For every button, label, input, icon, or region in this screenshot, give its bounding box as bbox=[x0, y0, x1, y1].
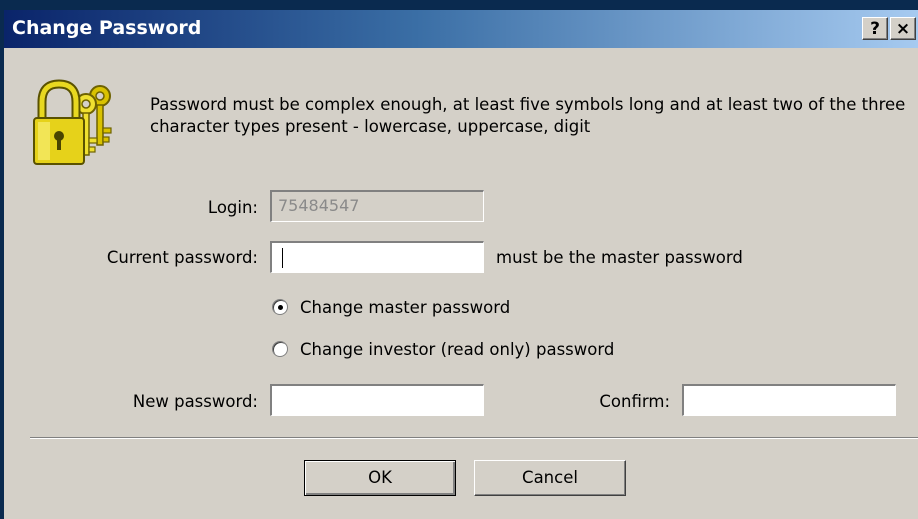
window-title: Change Password bbox=[12, 17, 202, 39]
dialog-body: Password must be complex enough, at leas… bbox=[4, 48, 918, 519]
radio-label-investor: Change investor (read only) password bbox=[300, 340, 615, 359]
close-button[interactable]: × bbox=[890, 17, 916, 40]
change-password-window: Change Password ? × Password must be com… bbox=[0, 0, 918, 519]
new-password-label: New password: bbox=[132, 392, 258, 411]
current-password-label: Current password: bbox=[106, 248, 258, 267]
new-password-field[interactable] bbox=[270, 384, 484, 416]
cancel-button[interactable]: Cancel bbox=[474, 460, 626, 496]
ok-button[interactable]: OK bbox=[304, 460, 456, 496]
radio-button-selected[interactable] bbox=[272, 299, 288, 315]
current-password-hint: must be the master password bbox=[496, 248, 743, 267]
radio-label-master: Change master password bbox=[300, 298, 511, 317]
text-caret bbox=[282, 248, 283, 268]
radio-button[interactable] bbox=[272, 341, 288, 357]
title-bar[interactable]: Change Password ? × bbox=[4, 10, 918, 48]
confirm-label: Confirm: bbox=[599, 392, 670, 411]
confirm-field[interactable] bbox=[682, 384, 896, 416]
separator-line bbox=[30, 437, 918, 439]
login-field: 75484547 bbox=[270, 190, 484, 222]
current-password-field[interactable] bbox=[270, 241, 484, 273]
login-label: Login: bbox=[207, 198, 258, 217]
keys-lock-icon bbox=[33, 79, 112, 165]
help-button[interactable]: ? bbox=[862, 17, 888, 40]
info-text: Password must be complex enough, at leas… bbox=[150, 95, 906, 136]
